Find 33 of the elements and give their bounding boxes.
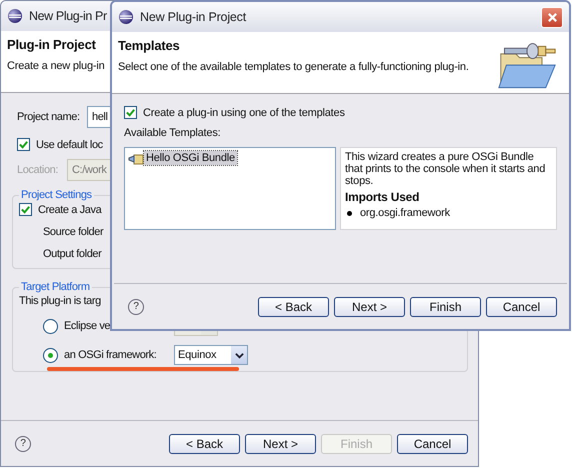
list-label: Available Templates: xyxy=(124,127,220,139)
dropdown[interactable]: Equinox xyxy=(174,345,248,365)
dialog-button[interactable]: < Back xyxy=(169,434,240,454)
window-title: New Plug-in Project xyxy=(140,10,246,24)
intro-text: This plug-in is targ xyxy=(19,295,101,307)
group-title: Project Settings xyxy=(20,189,93,201)
field-label: Output folder xyxy=(42,248,102,260)
page-heading: Templates xyxy=(118,38,180,53)
field-label: Source folder xyxy=(42,226,104,238)
dialog-button[interactable]: Cancel xyxy=(397,434,468,454)
group-title: Target Platform xyxy=(20,281,91,293)
description-text: This wizard creates a pure OSGi Bundle that prints to the console when it starts and stops. xyxy=(345,151,546,187)
page-description: Select one of the available templates to generate a fully-functioning plug-in. xyxy=(118,61,469,73)
field-label: Location: xyxy=(17,164,60,176)
import-item: org.osgi.framework xyxy=(360,207,450,219)
window-title: New Plug-in Pr xyxy=(29,9,107,23)
page-description: Create a new plug-in xyxy=(7,60,105,72)
section-heading: Imports Used xyxy=(345,190,420,204)
dialog-button[interactable]: Next > xyxy=(334,296,405,316)
list-item[interactable]: Hello OSGi Bundle xyxy=(144,151,237,165)
radio-label: an OSGi framework: xyxy=(64,349,158,361)
help-button[interactable]: ? xyxy=(15,436,31,452)
help-button[interactable]: ? xyxy=(128,298,144,314)
dialog-button[interactable]: < Back xyxy=(258,296,329,316)
radio-label: Eclipse ve xyxy=(64,320,112,332)
field-label: Project name: xyxy=(17,111,81,123)
dialog-button[interactable]: Cancel xyxy=(486,296,557,316)
checkbox-label: Create a Java xyxy=(38,204,102,216)
checkbox-label: Use default loc xyxy=(36,138,103,150)
dialog-button[interactable]: Next > xyxy=(245,434,316,454)
checkbox-label: Create a plug-in using one of the templates xyxy=(143,106,345,118)
dialog-button[interactable]: Finish xyxy=(410,296,481,316)
page-heading: Plug-in Project xyxy=(7,37,96,52)
